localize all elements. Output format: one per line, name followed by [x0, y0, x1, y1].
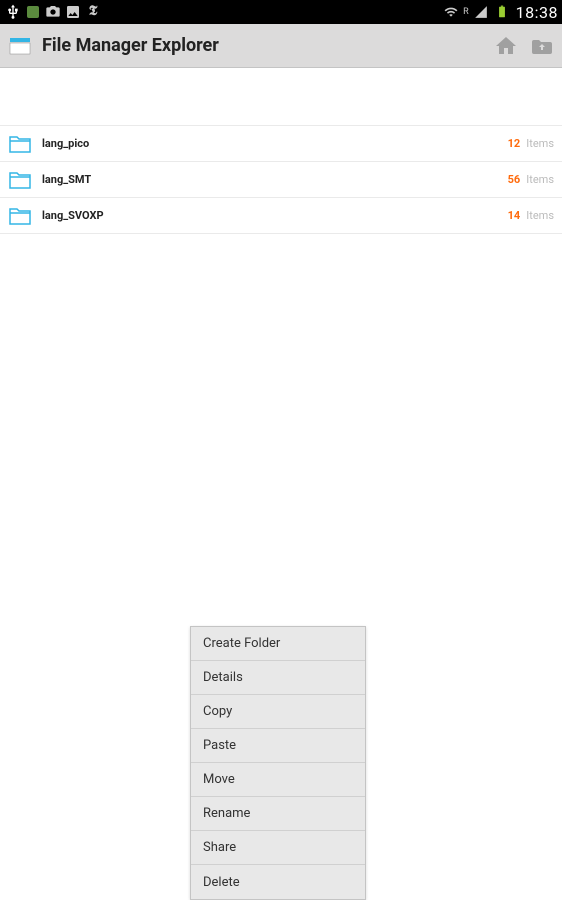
file-name: lang_SVOXP	[42, 209, 508, 222]
app-notification-icon	[24, 3, 42, 21]
folder-icon	[8, 134, 32, 154]
file-unit: Items	[526, 137, 554, 150]
file-row[interactable]: lang_SVOXP 14 Items	[0, 198, 562, 234]
menu-item-create-folder[interactable]: Create Folder	[191, 627, 365, 661]
network-label: R	[463, 7, 469, 17]
file-list-container: lang_pico 12 Items lang_SMT 56 Items lan…	[0, 68, 562, 234]
status-bar: 𝕿 R 18:38	[0, 0, 562, 24]
path-spacer	[0, 68, 562, 126]
status-time: 18:38	[516, 3, 558, 22]
app-logo-icon	[8, 34, 32, 58]
folder-icon	[8, 170, 32, 190]
app-title: File Manager Explorer	[42, 35, 494, 56]
folder-icon	[8, 206, 32, 226]
file-name: lang_SMT	[42, 173, 508, 186]
file-name: lang_pico	[42, 137, 508, 150]
signal-icon	[472, 3, 490, 21]
menu-item-details[interactable]: Details	[191, 661, 365, 695]
app-bar: File Manager Explorer	[0, 24, 562, 68]
menu-item-paste[interactable]: Paste	[191, 729, 365, 763]
menu-item-move[interactable]: Move	[191, 763, 365, 797]
file-row[interactable]: lang_pico 12 Items	[0, 126, 562, 162]
battery-icon	[493, 3, 511, 21]
up-folder-icon[interactable]	[530, 34, 554, 58]
file-unit: Items	[526, 173, 554, 186]
file-count: 56	[508, 173, 521, 186]
file-count: 12	[508, 137, 521, 150]
home-icon[interactable]	[494, 34, 518, 58]
camera-icon	[44, 3, 62, 21]
context-menu: Create FolderDetailsCopyPasteMoveRenameS…	[190, 626, 366, 900]
file-unit: Items	[526, 209, 554, 222]
image-icon	[64, 3, 82, 21]
menu-item-delete[interactable]: Delete	[191, 865, 365, 899]
menu-item-rename[interactable]: Rename	[191, 797, 365, 831]
menu-item-share[interactable]: Share	[191, 831, 365, 865]
menu-item-copy[interactable]: Copy	[191, 695, 365, 729]
file-row[interactable]: lang_SMT 56 Items	[0, 162, 562, 198]
status-left-icons: 𝕿	[4, 3, 102, 21]
usb-icon	[4, 3, 22, 21]
file-count: 14	[508, 209, 521, 222]
nyt-icon: 𝕿	[84, 3, 102, 21]
status-right-icons: R 18:38	[442, 3, 558, 22]
wifi-icon	[442, 3, 460, 21]
